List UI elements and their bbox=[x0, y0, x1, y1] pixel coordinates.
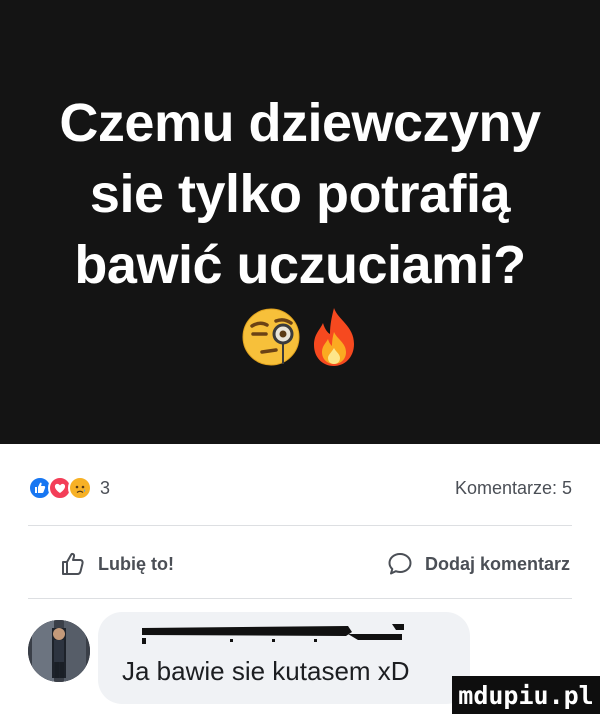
like-button[interactable]: Lubię to! bbox=[60, 551, 174, 577]
avatar[interactable] bbox=[28, 620, 90, 682]
add-comment-label: Dodaj komentarz bbox=[424, 553, 570, 574]
site-watermark: mdupiu.pl bbox=[452, 676, 600, 714]
comment-text: Ja bawie sie kutasem xD bbox=[122, 656, 410, 686]
post-caption: Czemu dziewczyny sie tylko potrafią bawi… bbox=[0, 88, 600, 301]
add-comment-button[interactable]: Dodaj komentarz bbox=[387, 551, 570, 577]
caption-line-3: bawić uczuciami? bbox=[74, 235, 526, 295]
post-actions: Lubię to! Dodaj komentarz bbox=[60, 548, 570, 580]
caption-line-1: Czemu dziewczyny bbox=[59, 93, 541, 153]
comment-bubble: Ja bawie sie kutasem xD bbox=[98, 612, 470, 704]
divider-bottom bbox=[28, 598, 572, 599]
face-with-monocle-icon bbox=[242, 308, 300, 366]
reaction-count: 3 bbox=[100, 477, 111, 498]
sad-reaction-icon bbox=[68, 476, 92, 500]
reactions-summary: 3 Komentarze: 5 bbox=[28, 472, 572, 504]
redacted-author-name bbox=[142, 624, 404, 644]
comments-count-link[interactable]: Komentarze: 5 bbox=[455, 478, 572, 499]
divider-top bbox=[28, 525, 572, 526]
caption-line-2: sie tylko potrafią bbox=[89, 164, 511, 224]
comment-bubble-icon bbox=[388, 553, 412, 575]
thumbs-up-icon bbox=[62, 552, 84, 575]
reactions-left[interactable]: 3 bbox=[28, 476, 110, 500]
emoji-row bbox=[0, 306, 600, 368]
fire-icon bbox=[314, 308, 354, 366]
like-button-label: Lubię to! bbox=[98, 553, 174, 574]
post-image: Czemu dziewczyny sie tylko potrafią bawi… bbox=[0, 0, 600, 444]
